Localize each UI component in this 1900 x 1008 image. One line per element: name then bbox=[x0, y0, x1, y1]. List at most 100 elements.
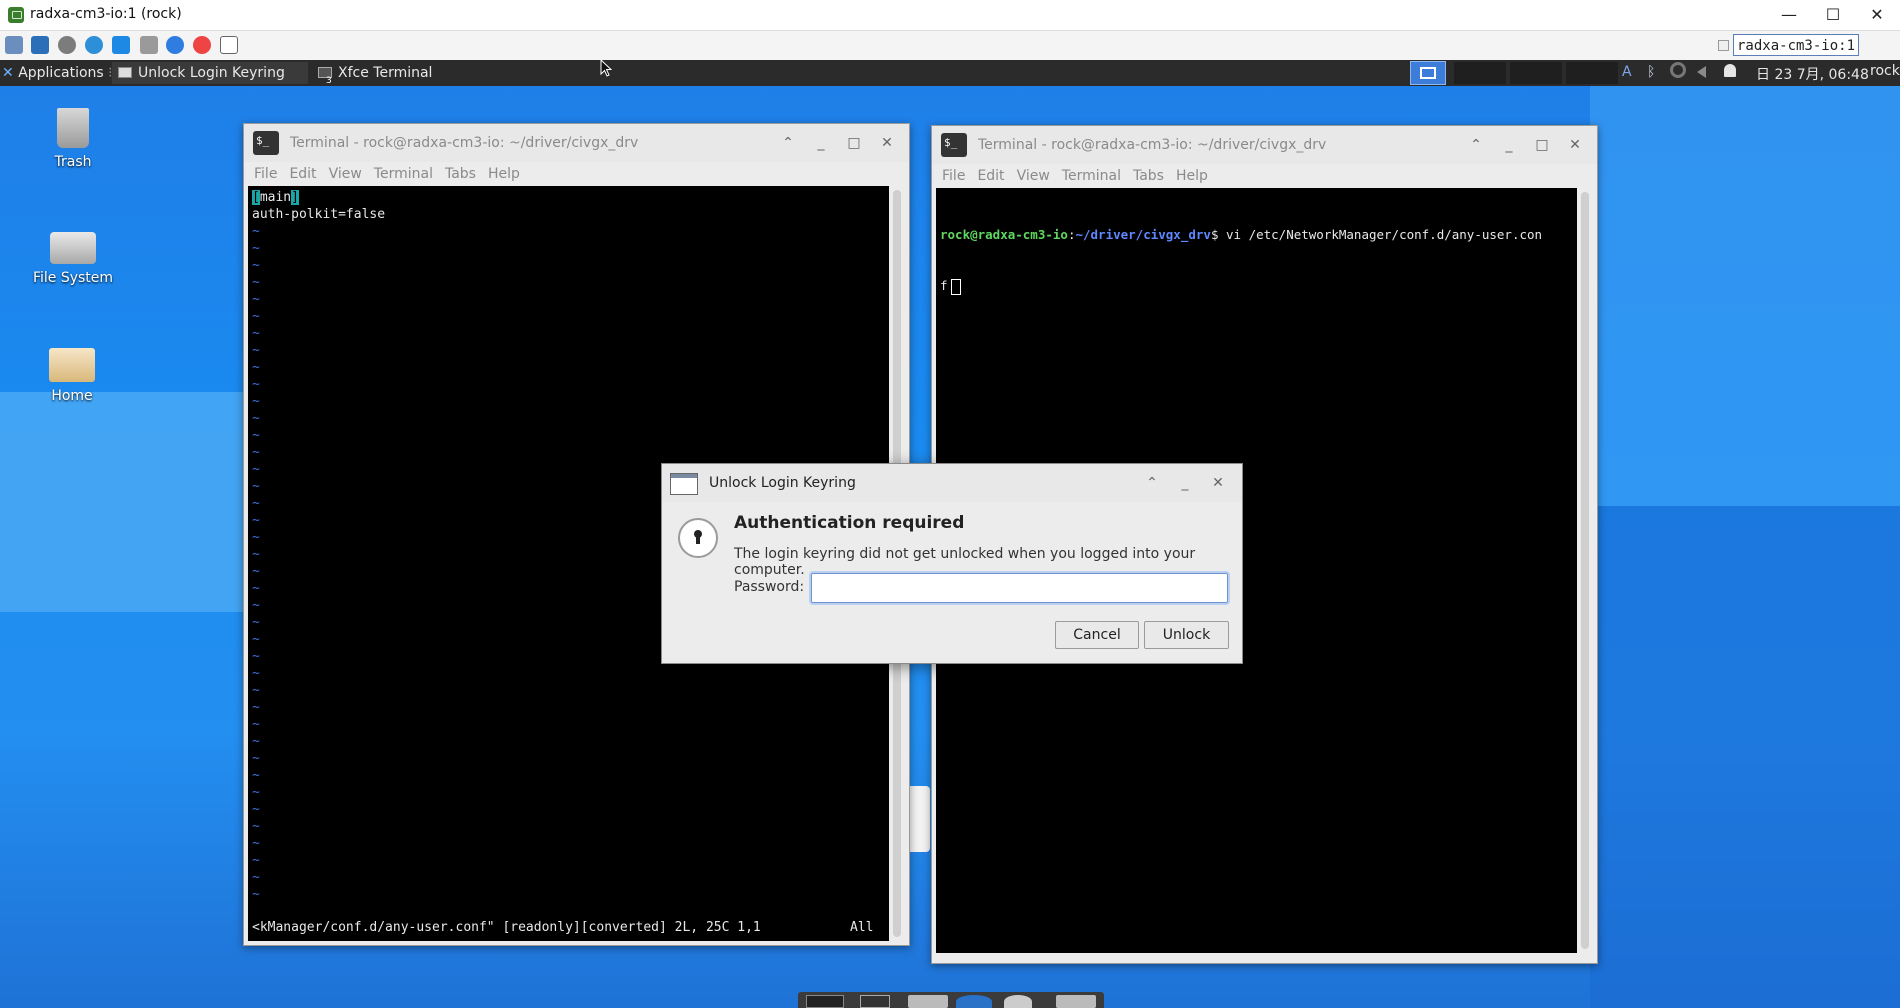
workspace-1[interactable] bbox=[1410, 61, 1446, 85]
trash-icon bbox=[57, 108, 89, 148]
mouse-pointer-icon bbox=[600, 59, 612, 77]
fullscreen-icon[interactable] bbox=[31, 36, 49, 54]
bluetooth-icon[interactable]: ᛒ bbox=[1647, 64, 1655, 80]
menu-help[interactable]: Help bbox=[488, 162, 520, 186]
menu-help[interactable]: Help bbox=[1176, 164, 1208, 188]
terminal-scrollbar[interactable] bbox=[1578, 188, 1592, 953]
host-field[interactable]: radxa-cm3-io:1 bbox=[1733, 34, 1859, 56]
close-button[interactable]: ✕ bbox=[1208, 473, 1228, 493]
vim-bracket-match: ] bbox=[291, 190, 299, 205]
transfer-icon[interactable] bbox=[220, 36, 238, 54]
notification-bell-icon[interactable] bbox=[1724, 64, 1736, 77]
maximize-button[interactable]: □ bbox=[1532, 135, 1552, 155]
menu-file[interactable]: File bbox=[942, 164, 965, 188]
workspace-4[interactable] bbox=[1566, 62, 1618, 84]
vim-empty-line: ~ bbox=[252, 377, 260, 392]
vnc-minimize-button[interactable]: — bbox=[1766, 0, 1812, 30]
vim-empty-line: ~ bbox=[252, 326, 260, 341]
vim-empty-line: ~ bbox=[252, 836, 260, 851]
shell-prompt-line: rock@radxa-cm3-io:~/driver/civgx_drv$ vi… bbox=[940, 226, 1577, 243]
dialog-heading: Authentication required bbox=[734, 513, 965, 533]
keyboard-layout-icon[interactable]: A bbox=[1622, 64, 1632, 80]
minimize-button[interactable]: _ bbox=[1499, 135, 1519, 155]
dock-file-manager-icon[interactable] bbox=[908, 995, 948, 1008]
menu-view[interactable]: View bbox=[329, 162, 362, 186]
vim-status-line: <kManager/conf.d/any-user.conf" [readonl… bbox=[252, 920, 761, 935]
vim-empty-line: ~ bbox=[252, 428, 260, 443]
vnc-toolbar bbox=[0, 31, 1900, 61]
menu-view[interactable]: View bbox=[1017, 164, 1050, 188]
vnc-titlebar: radxa-cm3-io:1 (rock) — ☐ ✕ bbox=[0, 0, 1900, 31]
volume-icon[interactable] bbox=[1697, 66, 1706, 78]
dialog-icon bbox=[118, 67, 132, 78]
gear-icon[interactable] bbox=[58, 36, 76, 54]
vnc-close-button[interactable]: ✕ bbox=[1854, 0, 1900, 30]
menu-edit[interactable]: Edit bbox=[289, 162, 316, 186]
cancel-button[interactable]: Cancel bbox=[1055, 621, 1139, 649]
panel-clock[interactable]: 日 23 7月, 06:48 bbox=[1756, 64, 1869, 84]
unlock-button[interactable]: Unlock bbox=[1144, 621, 1229, 649]
refresh-icon[interactable] bbox=[85, 36, 103, 54]
vim-empty-line: ~ bbox=[252, 751, 260, 766]
vnc-maximize-button[interactable]: ☐ bbox=[1810, 0, 1856, 30]
desktop-icon-label: Trash bbox=[54, 154, 92, 170]
vim-empty-line: ~ bbox=[252, 309, 260, 324]
menu-terminal[interactable]: Terminal bbox=[374, 162, 433, 186]
windows-key-icon[interactable] bbox=[112, 36, 130, 54]
close-button[interactable]: ✕ bbox=[1565, 135, 1585, 155]
workspace-2[interactable] bbox=[1454, 62, 1506, 84]
dock-search-icon[interactable] bbox=[1004, 995, 1032, 1008]
vim-empty-line: ~ bbox=[252, 717, 260, 732]
terminal-cursor bbox=[951, 278, 962, 295]
desktop-icon-trash[interactable]: Trash bbox=[18, 108, 128, 170]
dock-show-desktop-icon[interactable] bbox=[806, 995, 844, 1008]
vim-empty-line: ~ bbox=[252, 258, 260, 273]
vim-empty-line: ~ bbox=[252, 343, 260, 358]
task-xfce-terminal[interactable]: 3 Xfce Terminal bbox=[312, 62, 508, 86]
vim-empty-line: ~ bbox=[252, 802, 260, 817]
options-icon[interactable] bbox=[5, 36, 23, 54]
menu-edit[interactable]: Edit bbox=[977, 164, 1004, 188]
menu-tabs[interactable]: Tabs bbox=[1133, 164, 1164, 188]
desktop-icon-file-system[interactable]: File System bbox=[18, 232, 128, 286]
close-button[interactable]: ✕ bbox=[877, 133, 897, 153]
dock-browser-icon[interactable] bbox=[956, 995, 992, 1008]
shade-button[interactable]: ⌃ bbox=[1466, 135, 1486, 155]
terminal-titlebar[interactable]: $_ Terminal - rock@radxa-cm3-io: ~/drive… bbox=[244, 124, 909, 162]
home-folder-icon bbox=[49, 348, 95, 382]
workspace-3[interactable] bbox=[1510, 62, 1562, 84]
dock-folder-icon[interactable] bbox=[1056, 995, 1096, 1008]
task-unlock-keyring[interactable]: Unlock Login Keyring bbox=[112, 62, 308, 84]
shade-button[interactable]: ⌃ bbox=[1142, 473, 1162, 493]
network-icon[interactable] bbox=[1670, 62, 1686, 78]
applications-menu[interactable]: ✕ Applications ⁝ bbox=[2, 62, 113, 84]
minimize-button[interactable]: _ bbox=[1175, 473, 1195, 493]
maximize-button[interactable]: □ bbox=[844, 133, 864, 153]
unlock-keyring-dialog[interactable]: Unlock Login Keyring ⌃ _ ✕ Authenticatio… bbox=[661, 463, 1243, 664]
terminal-icon: $_ bbox=[253, 131, 279, 155]
ctrl-alt-del-icon[interactable] bbox=[140, 36, 158, 54]
dock-terminal-icon[interactable] bbox=[860, 995, 890, 1008]
minimize-button[interactable]: _ bbox=[811, 133, 831, 153]
menu-tabs[interactable]: Tabs bbox=[445, 162, 476, 186]
dialog-titlebar[interactable]: Unlock Login Keyring ⌃ _ ✕ bbox=[662, 464, 1242, 502]
menu-file[interactable]: File bbox=[254, 162, 277, 186]
vnc-title: radxa-cm3-io:1 (rock) bbox=[30, 6, 182, 22]
scrollbar-thumb[interactable] bbox=[1581, 192, 1589, 949]
vim-empty-line: ~ bbox=[252, 445, 260, 460]
panel-user[interactable]: rock bbox=[1870, 63, 1900, 79]
desktop-icon-home[interactable]: Home bbox=[17, 348, 127, 404]
vim-empty-line: ~ bbox=[252, 360, 260, 375]
applications-label: Applications bbox=[18, 65, 104, 81]
disconnect-icon[interactable] bbox=[193, 36, 211, 54]
wallpaper-beam bbox=[1590, 86, 1900, 506]
terminal-titlebar[interactable]: $_ Terminal - rock@radxa-cm3-io: ~/drive… bbox=[932, 126, 1597, 164]
info-icon[interactable] bbox=[166, 36, 184, 54]
terminal-title: Terminal - rock@radxa-cm3-io: ~/driver/c… bbox=[978, 137, 1327, 153]
vim-empty-line: ~ bbox=[252, 683, 260, 698]
menu-terminal[interactable]: Terminal bbox=[1062, 164, 1121, 188]
vim-empty-line: ~ bbox=[252, 819, 260, 834]
password-input[interactable] bbox=[809, 571, 1230, 605]
vim-empty-line: ~ bbox=[252, 666, 260, 681]
shade-button[interactable]: ⌃ bbox=[778, 133, 798, 153]
